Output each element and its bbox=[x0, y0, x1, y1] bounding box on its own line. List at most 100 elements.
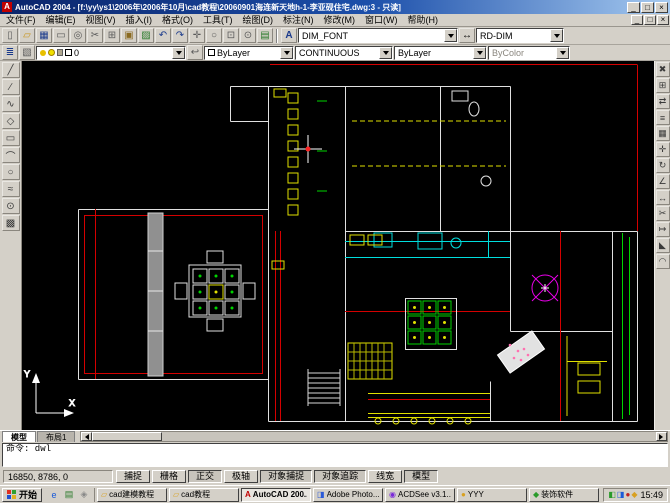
lwt-toggle[interactable]: 线宽 bbox=[368, 470, 402, 483]
horizontal-scrollbar[interactable] bbox=[80, 431, 668, 442]
task-cad-modeling-tutorial[interactable]: ▱ cad建模教程 bbox=[97, 488, 167, 502]
plot-icon[interactable]: ▭ bbox=[53, 28, 69, 43]
tray-icon-3[interactable]: ● bbox=[625, 490, 630, 499]
draw-polygon-button[interactable]: ◇ bbox=[2, 113, 20, 129]
modify-erase-button[interactable]: ✖ bbox=[656, 62, 670, 77]
menu-help[interactable]: 帮助(H) bbox=[403, 14, 444, 27]
model-toggle[interactable]: 模型 bbox=[404, 470, 438, 483]
layers-icon[interactable]: ≣ bbox=[2, 45, 18, 60]
tab-layout1[interactable]: 布局1 bbox=[37, 431, 75, 442]
modify-mirror-button[interactable]: ⇄ bbox=[656, 94, 670, 109]
lineweight-combo[interactable]: ByLayer bbox=[394, 46, 487, 60]
zoom-previous-icon[interactable]: ⊙ bbox=[240, 28, 256, 43]
task-yyy[interactable]: ● YYY bbox=[457, 488, 527, 502]
scroll-right-icon[interactable] bbox=[656, 432, 667, 441]
modify-stretch-button[interactable]: ↔ bbox=[656, 190, 670, 205]
task-adobe-photoshop[interactable]: ◨ Adobe Photo... bbox=[313, 488, 383, 502]
start-button[interactable]: 开始 bbox=[2, 488, 42, 502]
modify-offset-button[interactable]: ≡ bbox=[656, 110, 670, 125]
menu-insert[interactable]: 插入(I) bbox=[121, 14, 158, 27]
linetype-combo[interactable]: CONTINUOUS bbox=[295, 46, 393, 60]
dim-style-icon[interactable]: ↔ bbox=[459, 28, 475, 43]
modify-array-button[interactable]: ▦ bbox=[656, 126, 670, 141]
tray-icon-4[interactable]: ◆ bbox=[631, 490, 637, 499]
plot-preview-icon[interactable]: ◎ bbox=[70, 28, 86, 43]
modify-copy-button[interactable]: ⊞ bbox=[656, 78, 670, 93]
menu-dimension[interactable]: 标注(N) bbox=[278, 14, 319, 27]
scrollbar-thumb[interactable] bbox=[92, 432, 162, 441]
menu-tools[interactable]: 工具(T) bbox=[198, 14, 238, 27]
ortho-toggle[interactable]: 正交 bbox=[188, 470, 222, 483]
scroll-left-icon[interactable] bbox=[81, 432, 92, 441]
menu-window[interactable]: 窗口(W) bbox=[360, 14, 403, 27]
minimize-button[interactable]: _ bbox=[627, 2, 640, 13]
layer-manager-icon[interactable]: ▧ bbox=[19, 45, 35, 60]
copy-icon[interactable]: ⊞ bbox=[104, 28, 120, 43]
modify-rotate-button[interactable]: ↻ bbox=[656, 158, 670, 173]
menu-file[interactable]: 文件(F) bbox=[1, 14, 41, 27]
drawing-canvas[interactable]: Y X bbox=[22, 61, 654, 430]
tray-icon-2[interactable]: ◨ bbox=[617, 490, 625, 499]
osnap-toggle[interactable]: 对象捕捉 bbox=[260, 470, 312, 483]
paste-icon[interactable]: ▣ bbox=[121, 28, 137, 43]
cut-icon[interactable]: ✂ bbox=[87, 28, 103, 43]
layer-combo[interactable]: 0 bbox=[36, 46, 186, 60]
draw-spline-button[interactable]: ≈ bbox=[2, 181, 20, 197]
dropdown-arrow-icon[interactable] bbox=[550, 29, 563, 42]
modify-chamfer-button[interactable]: ◣ bbox=[656, 238, 670, 253]
draw-hatch-button[interactable]: ▩ bbox=[2, 215, 20, 231]
zoom-window-icon[interactable]: ⊡ bbox=[223, 28, 239, 43]
quicklaunch-app-icon[interactable]: ◈ bbox=[77, 488, 91, 502]
close-button[interactable]: × bbox=[655, 2, 668, 13]
command-input[interactable]: 命令: dwl bbox=[2, 443, 668, 467]
snap-toggle[interactable]: 捕捉 bbox=[116, 470, 150, 483]
otrack-toggle[interactable]: 对象追踪 bbox=[314, 470, 366, 483]
polar-toggle[interactable]: 极轴 bbox=[224, 470, 258, 483]
menu-draw[interactable]: 绘图(D) bbox=[238, 14, 279, 27]
text-style-icon[interactable]: A bbox=[281, 28, 297, 43]
draw-rectangle-button[interactable]: ▭ bbox=[2, 130, 20, 146]
menu-edit[interactable]: 编辑(E) bbox=[41, 14, 81, 27]
task-acdsee[interactable]: ◉ ACDSee v3.1... bbox=[385, 488, 455, 502]
doc-minimize-button[interactable]: _ bbox=[631, 15, 643, 25]
task-autocad[interactable]: A AutoCAD 200... bbox=[241, 488, 311, 502]
draw-arc-button[interactable]: ⌒ bbox=[2, 147, 20, 163]
zoom-realtime-icon[interactable]: ○ bbox=[206, 28, 222, 43]
dropdown-arrow-icon[interactable] bbox=[379, 47, 392, 59]
modify-extend-button[interactable]: ↦ bbox=[656, 222, 670, 237]
dropdown-arrow-icon[interactable] bbox=[172, 47, 185, 59]
menu-view[interactable]: 视图(V) bbox=[81, 14, 121, 27]
dropdown-arrow-icon[interactable] bbox=[280, 47, 293, 59]
quicklaunch-browser-icon[interactable]: e bbox=[47, 488, 61, 502]
color-combo[interactable]: ByLayer bbox=[204, 46, 294, 60]
restore-button[interactable]: □ bbox=[641, 2, 654, 13]
doc-close-button[interactable]: × bbox=[657, 15, 669, 25]
properties-icon[interactable]: ▤ bbox=[257, 28, 273, 43]
draw-circle-button[interactable]: ○ bbox=[2, 164, 20, 180]
draw-construction-line-button[interactable]: ∕ bbox=[2, 79, 20, 95]
dropdown-arrow-icon[interactable] bbox=[444, 29, 457, 42]
save-icon[interactable]: ▦ bbox=[36, 28, 52, 43]
redo-icon[interactable]: ↷ bbox=[172, 28, 188, 43]
task-cad-tutorial[interactable]: ▱ cad教程 bbox=[169, 488, 239, 502]
grid-toggle[interactable]: 栅格 bbox=[152, 470, 186, 483]
text-style-combo[interactable]: DIM_FONT bbox=[298, 28, 458, 43]
dim-style-combo[interactable]: RD-DIM bbox=[476, 28, 564, 43]
modify-move-button[interactable]: ✛ bbox=[656, 142, 670, 157]
quicklaunch-desktop-icon[interactable]: ▤ bbox=[62, 488, 76, 502]
menu-format[interactable]: 格式(O) bbox=[157, 14, 198, 27]
undo-icon[interactable]: ↶ bbox=[155, 28, 171, 43]
dropdown-arrow-icon[interactable] bbox=[473, 47, 486, 59]
draw-polyline-button[interactable]: ∿ bbox=[2, 96, 20, 112]
modify-scale-button[interactable]: ∠ bbox=[656, 174, 670, 189]
pan-icon[interactable]: ✛ bbox=[189, 28, 205, 43]
open-icon[interactable]: ▱ bbox=[19, 28, 35, 43]
menu-modify[interactable]: 修改(M) bbox=[319, 14, 361, 27]
modify-trim-button[interactable]: ✂ bbox=[656, 206, 670, 221]
draw-line-button[interactable]: ╱ bbox=[2, 62, 20, 78]
match-properties-icon[interactable]: ▨ bbox=[138, 28, 154, 43]
draw-ellipse-button[interactable]: ⊙ bbox=[2, 198, 20, 214]
tray-icon-1[interactable]: ◧ bbox=[608, 490, 616, 499]
tab-model[interactable]: 模型 bbox=[2, 431, 36, 442]
layer-previous-icon[interactable]: ↩ bbox=[187, 45, 203, 60]
